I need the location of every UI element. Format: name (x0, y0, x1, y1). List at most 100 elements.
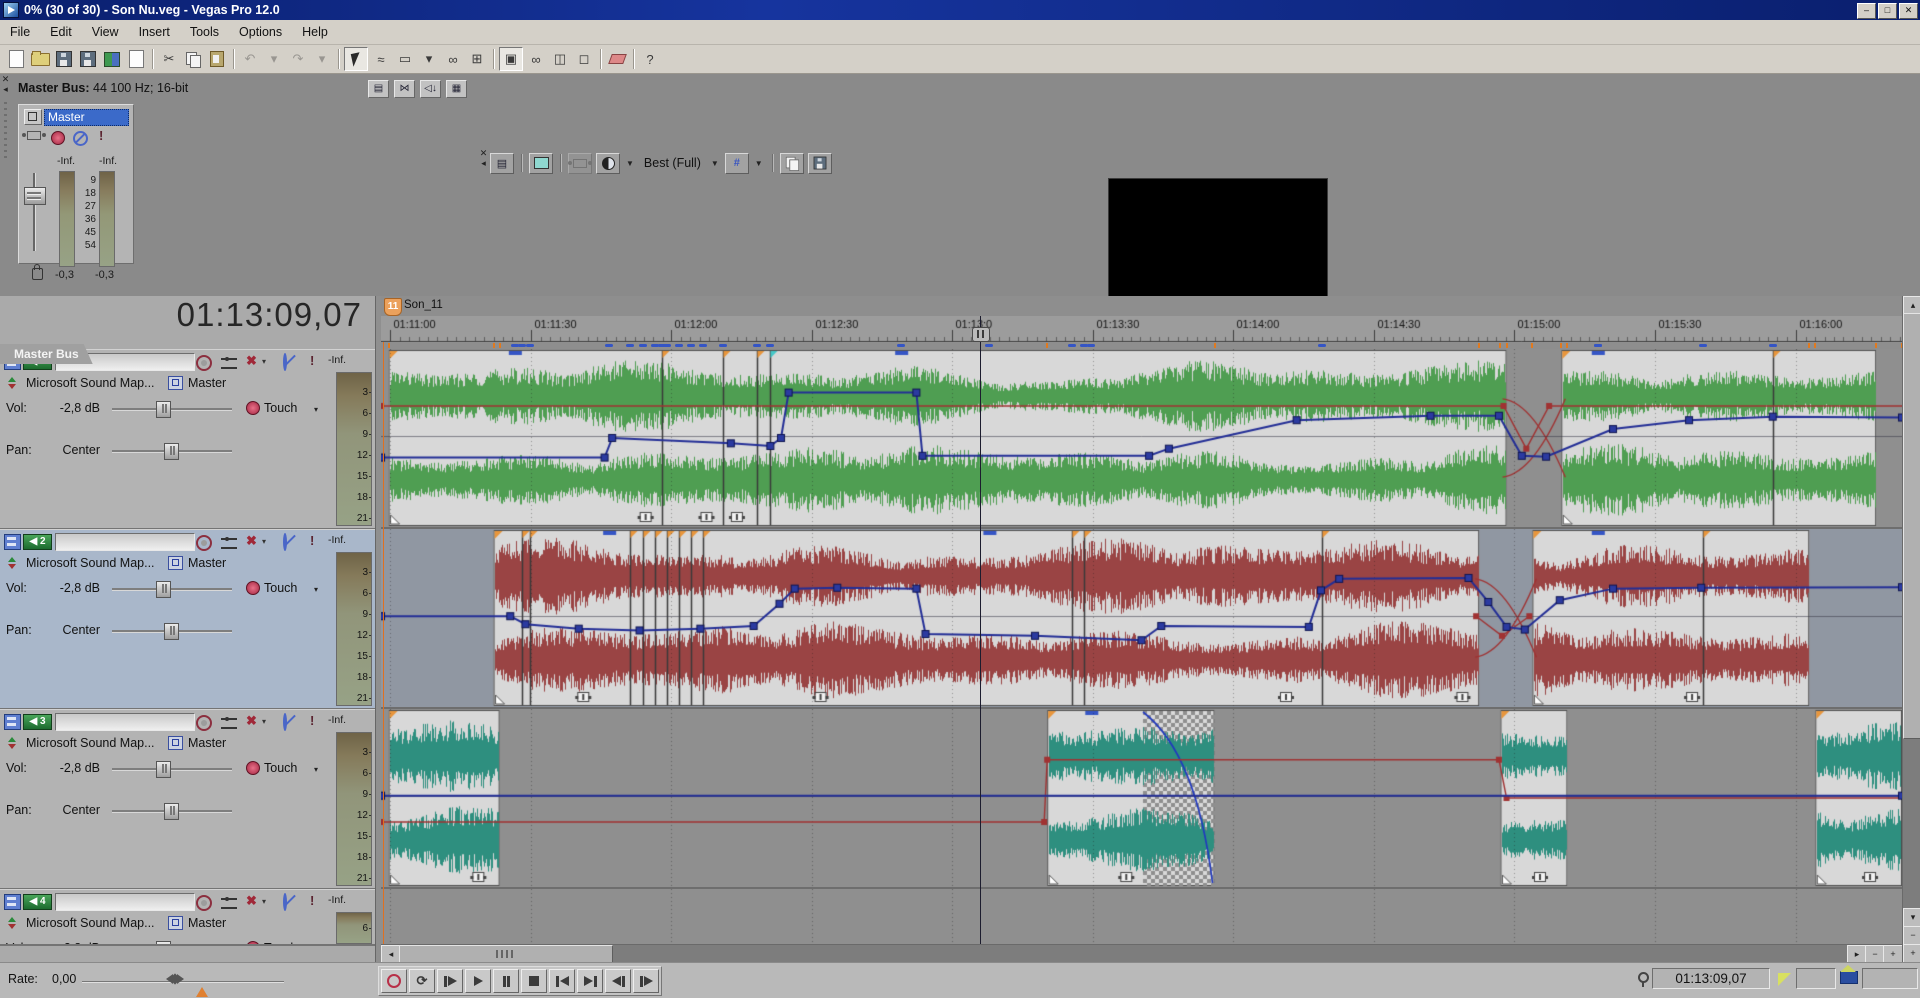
volume-slider-thumb[interactable] (156, 761, 171, 778)
mute-track-icon[interactable]: ✖ (246, 353, 257, 369)
save-project-icon[interactable] (53, 48, 75, 70)
solo-track-icon[interactable] (283, 895, 287, 909)
chevron-down-icon[interactable]: ▼ (755, 159, 763, 168)
horizontal-scrollbar[interactable]: ◂ ▸ − + (381, 944, 1902, 962)
master-fader-thumb[interactable] (24, 187, 46, 205)
track-4-lane[interactable] (381, 889, 1902, 943)
split-screen-icon[interactable] (568, 153, 592, 174)
volume-value[interactable]: -2,8 dB (50, 581, 100, 595)
whats-this-help-icon[interactable]: ? (639, 48, 661, 70)
undo-menu-icon[interactable]: ▾ (263, 48, 285, 70)
event-tool-icon[interactable]: ▣ (499, 47, 523, 71)
stop-button[interactable] (521, 969, 547, 993)
next-frame-button[interactable] (633, 969, 659, 993)
scroll-right-icon[interactable]: ▸ (1847, 945, 1867, 962)
external-monitor-icon[interactable] (529, 153, 553, 174)
envelope-edit-tool-icon[interactable]: ≈ (370, 48, 392, 70)
invert-phase-icon[interactable]: ! (310, 353, 314, 368)
tab-master-bus[interactable]: Master Bus (0, 344, 93, 364)
device-selector[interactable]: Microsoft Sound Map... (26, 376, 155, 390)
solo-track-icon[interactable] (283, 355, 287, 369)
track-header-1[interactable]: ◀ 1✖▾!-Inf.Microsoft Sound Map...MasterV… (0, 349, 375, 530)
panel-properties-icon[interactable]: ▤ (368, 80, 389, 98)
track-header-3[interactable]: ◀ 3✖▾!-Inf.Microsoft Sound Map...MasterV… (0, 709, 375, 890)
pan-value[interactable]: Center (50, 443, 100, 457)
pan-value[interactable]: Center (50, 803, 100, 817)
automation-settings-icon[interactable] (246, 941, 260, 946)
mute-track-icon[interactable]: ✖ (246, 713, 257, 729)
bus-properties-button[interactable] (24, 109, 42, 125)
device-selector[interactable]: Microsoft Sound Map... (26, 556, 155, 570)
master-bus-name-field[interactable]: Master (44, 109, 129, 126)
automation-mode-value[interactable]: Touch (264, 941, 297, 946)
device-selector[interactable]: Microsoft Sound Map... (26, 736, 155, 750)
automation-settings-icon[interactable] (246, 581, 260, 595)
automation-menu-icon[interactable]: ▾ (314, 585, 318, 594)
zoom-in-track-icon[interactable]: + (1903, 944, 1920, 963)
dim-output-icon[interactable]: ! (99, 128, 103, 143)
minimize-track-icon[interactable] (4, 534, 21, 550)
status-timecode[interactable]: 01:13:09,07 (1652, 968, 1770, 989)
invert-phase-icon[interactable]: ! (310, 713, 314, 728)
mute-menu-icon[interactable]: ▾ (262, 357, 266, 366)
pin-icon[interactable] (1638, 972, 1649, 983)
track-3-lane[interactable] (381, 709, 1902, 887)
mute-track-icon[interactable]: ✖ (246, 533, 257, 549)
redo-icon[interactable]: ↷ (287, 48, 309, 70)
automation-menu-icon[interactable]: ▾ (314, 405, 318, 414)
minimize-track-icon[interactable] (4, 714, 21, 730)
new-project-icon[interactable] (5, 48, 27, 70)
redo-menu-icon[interactable]: ▾ (311, 48, 333, 70)
normal-edit-tool-icon[interactable] (344, 47, 368, 71)
chevron-down-icon[interactable]: ▼ (626, 159, 634, 168)
automation-menu-icon[interactable]: ▾ (314, 945, 318, 946)
go-to-start-button[interactable] (549, 969, 575, 993)
loop-playback-button[interactable]: ⟳ (409, 969, 435, 993)
save-snapshot-icon[interactable] (808, 153, 832, 174)
minimize-button[interactable]: – (1857, 3, 1876, 19)
volume-slider-groove[interactable] (112, 588, 232, 591)
chevron-down-icon[interactable]: ▼ (711, 159, 719, 168)
open-project-icon[interactable] (29, 48, 51, 70)
downmix-output-icon[interactable]: ⋈ (394, 80, 415, 98)
volume-slider-groove[interactable] (112, 408, 232, 411)
automation-menu-icon[interactable]: ▾ (314, 765, 318, 774)
vertical-scrollbar[interactable]: ▴ ▾ − + (1902, 296, 1920, 962)
track-name-field[interactable] (55, 893, 195, 911)
cursor-timecode-display[interactable]: 01:13:09,07 (0, 296, 362, 346)
cut-icon[interactable]: ✂ (158, 48, 180, 70)
mute-bus-icon[interactable] (73, 131, 88, 146)
go-to-end-button[interactable] (577, 969, 603, 993)
bus-assign-icon[interactable] (168, 556, 183, 570)
menu-view[interactable]: View (82, 22, 129, 42)
pause-button[interactable] (493, 969, 519, 993)
bus-assign-icon[interactable] (168, 736, 183, 750)
track-envelope-icon[interactable] (221, 718, 237, 729)
snap-offset-icon[interactable]: ⊞ (466, 48, 488, 70)
track-name-field[interactable] (55, 713, 195, 731)
solo-track-icon[interactable] (283, 715, 287, 729)
preview-quality-icon[interactable] (596, 153, 620, 174)
mute-menu-icon[interactable]: ▾ (262, 537, 266, 546)
edit-details-icon[interactable] (125, 48, 147, 70)
horizontal-scroll-thumb[interactable] (399, 945, 613, 962)
scroll-left-icon[interactable]: ◂ (381, 945, 401, 962)
ignore-grouping-icon[interactable]: ∞ (525, 48, 547, 70)
copy-icon[interactable] (182, 48, 204, 70)
volume-slider-thumb[interactable] (156, 401, 171, 418)
marker-bar[interactable]: 11 Son_11 (381, 296, 1902, 317)
collapse-panel-icon[interactable]: ◂ (0, 84, 11, 94)
zoom-tool-icon[interactable]: ◻ (573, 48, 595, 70)
mute-track-icon[interactable]: ✖ (246, 893, 257, 909)
arm-record-icon[interactable] (196, 355, 212, 371)
rate-slider-thumb[interactable] (166, 974, 184, 984)
close-panel-icon[interactable]: ✕ (0, 74, 11, 84)
automation-mode-value[interactable]: Touch (264, 761, 297, 775)
menu-file[interactable]: File (0, 22, 40, 42)
panel-properties-icon[interactable]: ▤ (490, 153, 514, 174)
status-keyframe-icon[interactable] (1840, 971, 1858, 984)
arm-record-icon[interactable] (196, 715, 212, 731)
menu-help[interactable]: Help (292, 22, 338, 42)
solo-track-icon[interactable] (283, 535, 287, 549)
close-button[interactable]: ✕ (1899, 3, 1918, 19)
